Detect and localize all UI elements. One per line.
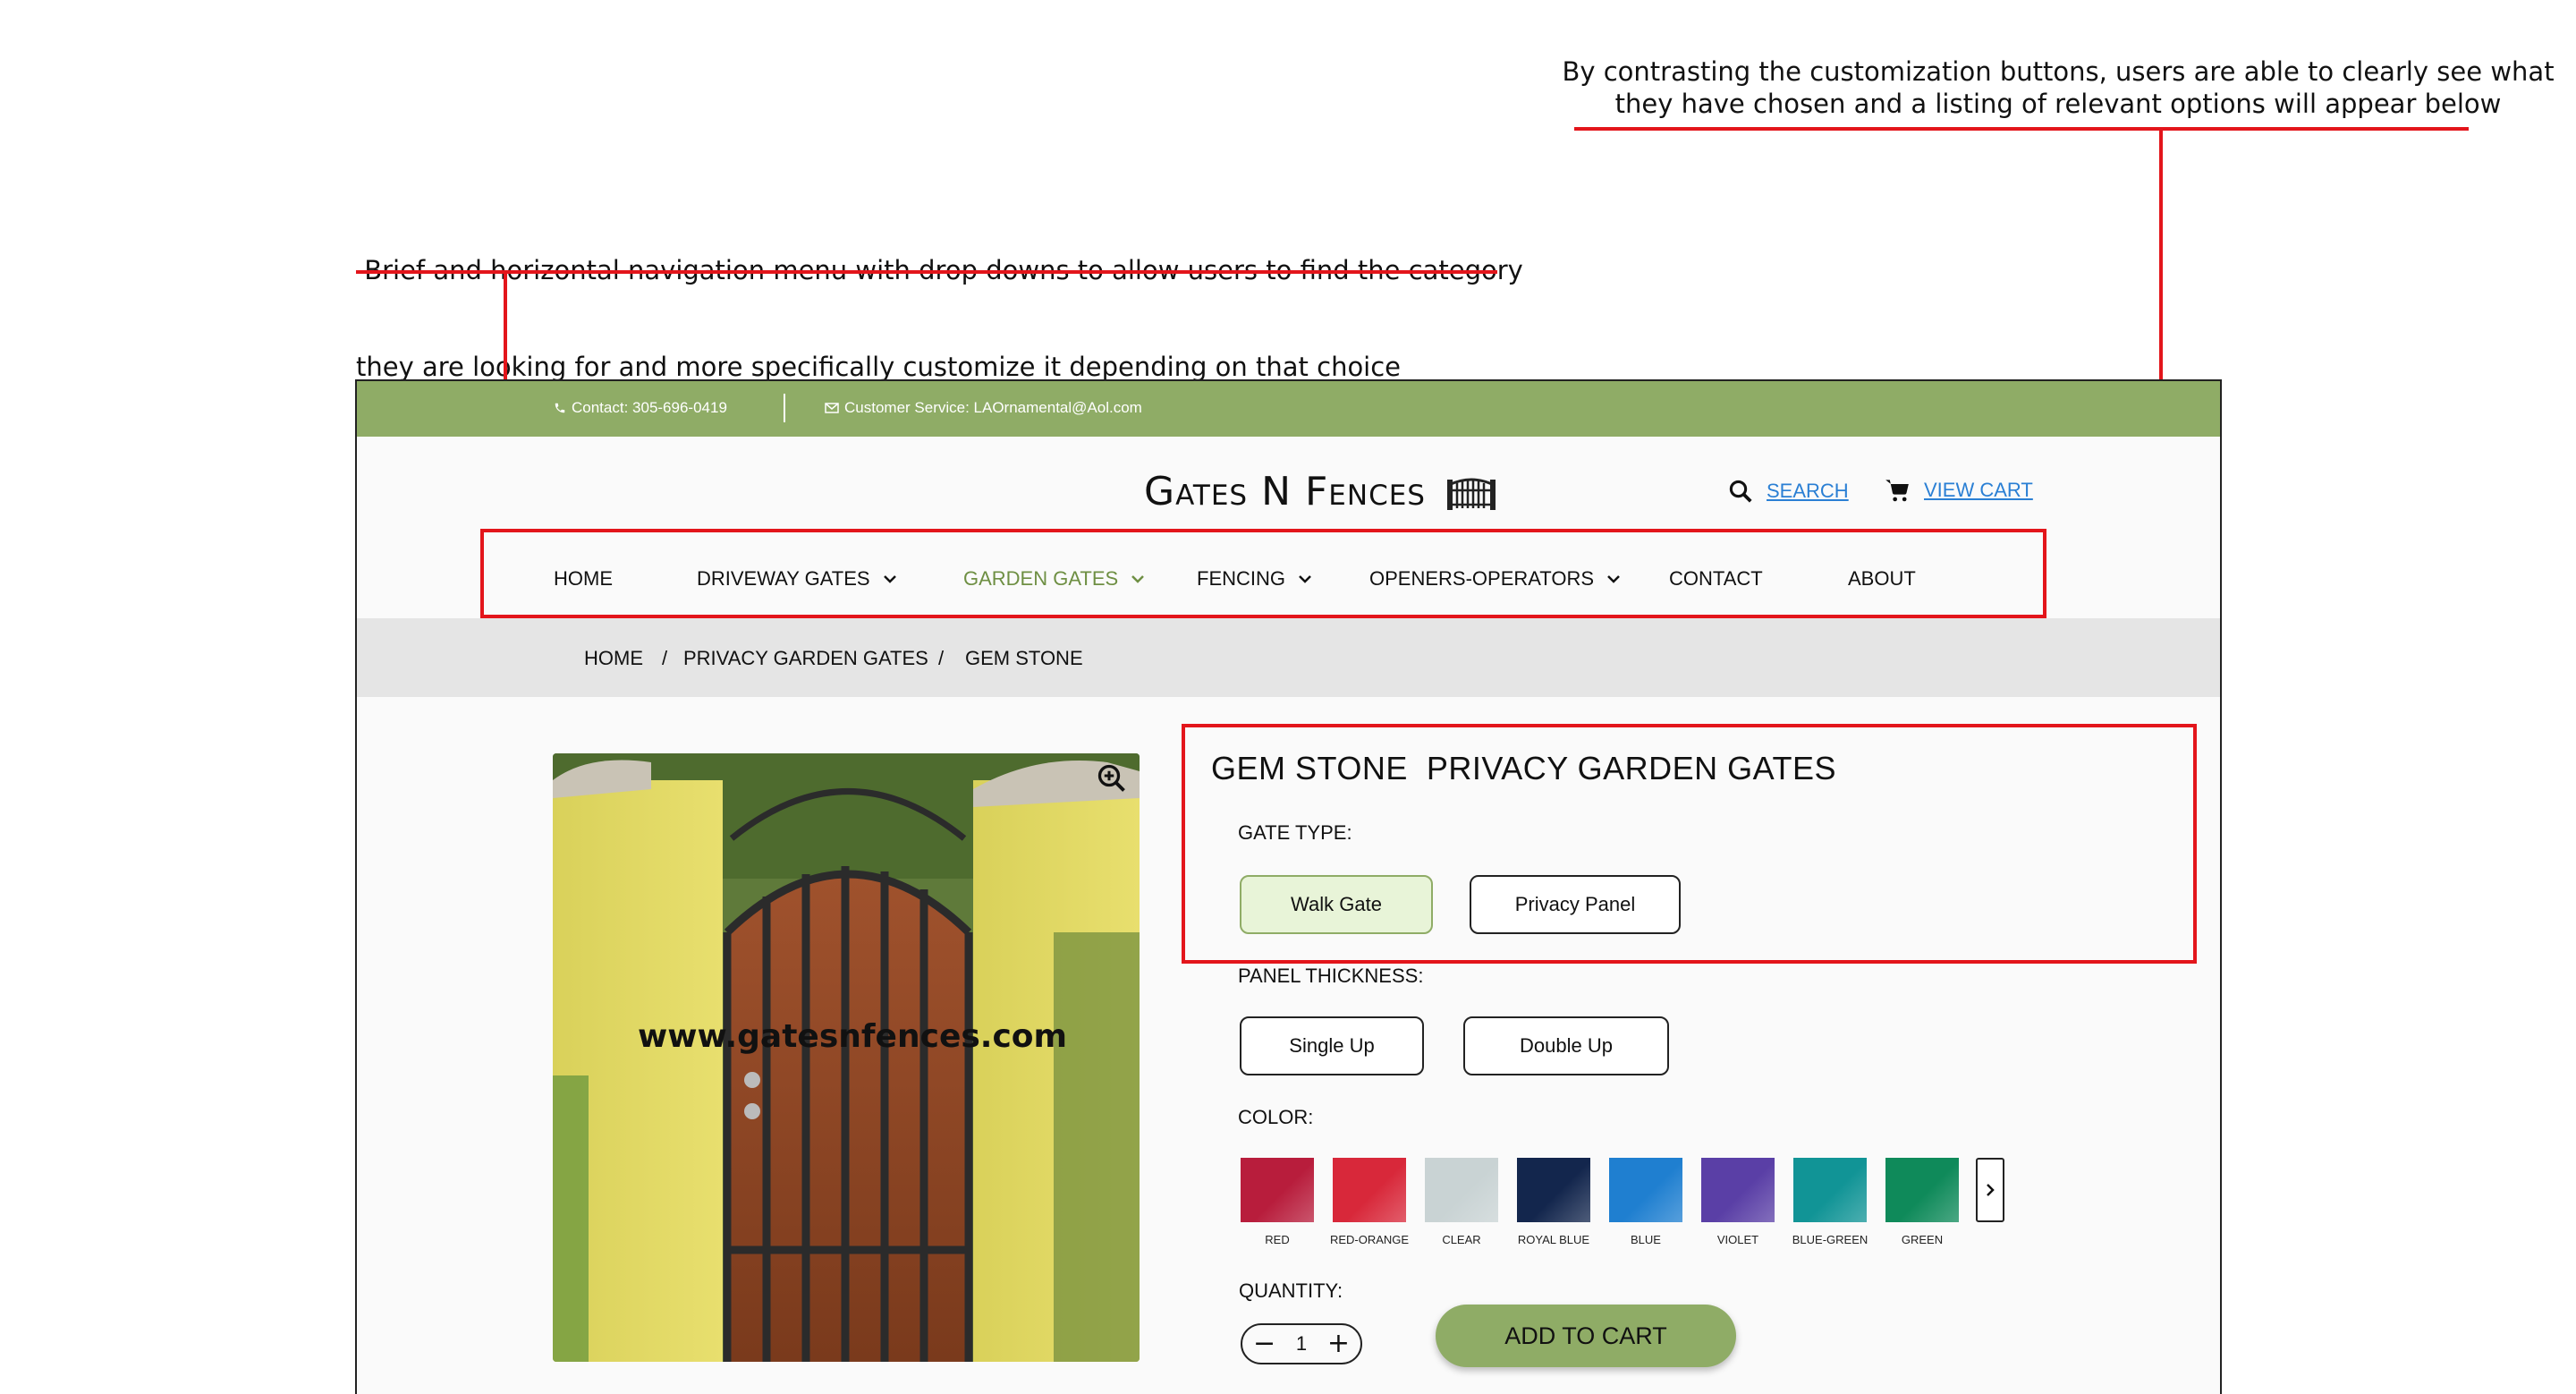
gate-photo: www.gatesnfences.com xyxy=(553,753,1140,1362)
color-swatch-blue[interactable] xyxy=(1609,1158,1682,1222)
quantity-label: QUANTITY: xyxy=(1239,1279,1343,1302)
annotation-line: By contrasting the customization buttons… xyxy=(1562,56,2555,87)
color-label: COLOR: xyxy=(1238,1106,1314,1128)
breadcrumb-separator: / xyxy=(662,647,668,669)
annotation-underline xyxy=(1574,127,2469,131)
quantity-increase-button[interactable]: + xyxy=(1327,1330,1350,1357)
view-cart-label[interactable]: VIEW CART xyxy=(1924,479,2033,502)
image-watermark: www.gatesnfences.com xyxy=(638,1018,1067,1055)
color-swatch-label: GREEN xyxy=(1901,1233,1944,1246)
thickness-option-double-up[interactable]: Double Up xyxy=(1463,1016,1669,1075)
customer-service-text: Customer Service: LAOrnamental@Aol.com xyxy=(844,399,1142,416)
color-swatch-green[interactable] xyxy=(1885,1158,1959,1222)
color-swatch-label: BLUE-GREEN xyxy=(1792,1233,1868,1246)
site-logo[interactable]: Gates N Fences xyxy=(1144,469,1497,514)
phone-icon xyxy=(555,403,565,413)
customization-annotation: By contrasting the customization buttons… xyxy=(1562,55,2555,120)
contact-phone-text: Contact: 305-696-0419 xyxy=(572,399,727,416)
search-link[interactable]: SEARCH xyxy=(1727,478,1849,505)
color-swatch-label: ROYAL BLUE xyxy=(1517,1233,1590,1246)
logo-text: Gates N Fences xyxy=(1144,469,1426,514)
annotation-line: they have chosen and a listing of releva… xyxy=(1614,89,2502,119)
color-swatch-label: CLEAR xyxy=(1442,1233,1481,1246)
chevron-right-icon xyxy=(1987,1184,1995,1196)
breadcrumb-separator: / xyxy=(938,647,945,669)
search-label[interactable]: SEARCH xyxy=(1767,480,1849,503)
color-swatch-label: RED xyxy=(1265,1233,1290,1246)
color-swatch-royal-blue[interactable] xyxy=(1517,1158,1590,1222)
zoom-in-icon[interactable] xyxy=(1096,762,1128,795)
quantity-value[interactable]: 1 xyxy=(1296,1332,1307,1356)
customer-service-email[interactable]: Customer Service: LAOrnamental@Aol.com xyxy=(825,399,1142,417)
annotation-underline xyxy=(356,270,1497,274)
color-swatch-red-orange[interactable] xyxy=(1333,1158,1406,1222)
navigation-highlight-box xyxy=(480,529,2046,618)
color-swatch-label: BLUE xyxy=(1631,1233,1661,1246)
annotation-line: they are looking for and more specifical… xyxy=(356,352,1402,382)
product-image[interactable]: www.gatesnfences.com xyxy=(553,753,1140,1362)
color-swatch-violet[interactable] xyxy=(1701,1158,1775,1222)
search-icon xyxy=(1729,480,1752,503)
contact-phone[interactable]: Contact: 305-696-0419 xyxy=(554,399,727,417)
gate-icon xyxy=(1446,478,1496,510)
view-cart-link[interactable]: VIEW CART xyxy=(1883,478,2033,503)
panel-thickness-label: PANEL THICKNESS: xyxy=(1238,965,1424,987)
breadcrumb-item[interactable]: HOME xyxy=(584,647,643,670)
thickness-option-single-up[interactable]: Single Up xyxy=(1240,1016,1424,1075)
swatch-next-button[interactable] xyxy=(1976,1158,2004,1222)
breadcrumb-item: GEM STONE xyxy=(965,647,1083,669)
top-contact-bar: Contact: 305-696-0419 Customer Service: … xyxy=(357,381,2220,437)
breadcrumb: HOME / PRIVACY GARDEN GATES / GEM STONE xyxy=(357,618,2220,697)
quantity-decrease-button[interactable]: − xyxy=(1253,1330,1275,1357)
color-swatch-label: RED-ORANGE xyxy=(1329,1233,1410,1246)
mail-icon xyxy=(825,403,839,413)
topbar-divider xyxy=(784,394,785,422)
quantity-stepper: − 1 + xyxy=(1241,1323,1362,1364)
cart-icon xyxy=(1885,480,1909,502)
add-to-cart-button[interactable]: ADD TO CART xyxy=(1436,1305,1736,1367)
color-swatch-label: VIOLET xyxy=(1716,1233,1759,1246)
customization-highlight-box xyxy=(1182,724,2197,964)
color-swatch-red[interactable] xyxy=(1241,1158,1314,1222)
color-swatch-clear[interactable] xyxy=(1425,1158,1498,1222)
breadcrumb-item[interactable]: PRIVACY GARDEN GATES xyxy=(683,647,928,670)
color-swatch-blue-green[interactable] xyxy=(1793,1158,1867,1222)
